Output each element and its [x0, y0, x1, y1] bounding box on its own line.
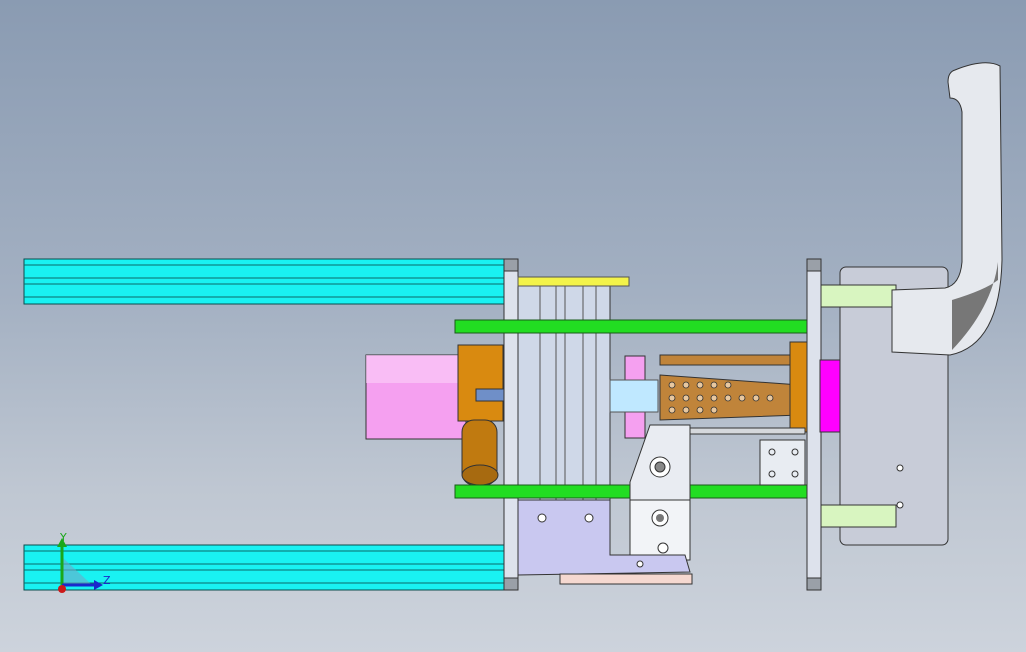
- cad-viewport[interactable]: Y Z: [0, 0, 1026, 652]
- pivot-bracket[interactable]: [629, 499, 691, 561]
- z-axis-label: Z: [103, 574, 111, 587]
- x-axis-dot: [58, 585, 66, 593]
- y-axis-label: Y: [59, 531, 67, 544]
- mounting-block[interactable]: [457, 344, 509, 486]
- cone-gripper[interactable]: [659, 341, 809, 435]
- aluminum-profile[interactable]: [759, 439, 806, 486]
- standoff-upper[interactable]: [820, 284, 897, 308]
- yellow-top-plate[interactable]: [517, 276, 630, 287]
- top-rail[interactable]: [23, 258, 507, 305]
- standoff-lower[interactable]: [820, 504, 897, 528]
- assembly-model[interactable]: Y Z: [0, 0, 1026, 652]
- guide-rod-upper[interactable]: [454, 319, 808, 334]
- shaft[interactable]: [609, 379, 659, 413]
- right-frame-plate[interactable]: [806, 258, 822, 591]
- left-frame-plate[interactable]: [503, 258, 519, 591]
- slide-guide[interactable]: [517, 277, 611, 501]
- hook-arm[interactable]: [891, 62, 1003, 356]
